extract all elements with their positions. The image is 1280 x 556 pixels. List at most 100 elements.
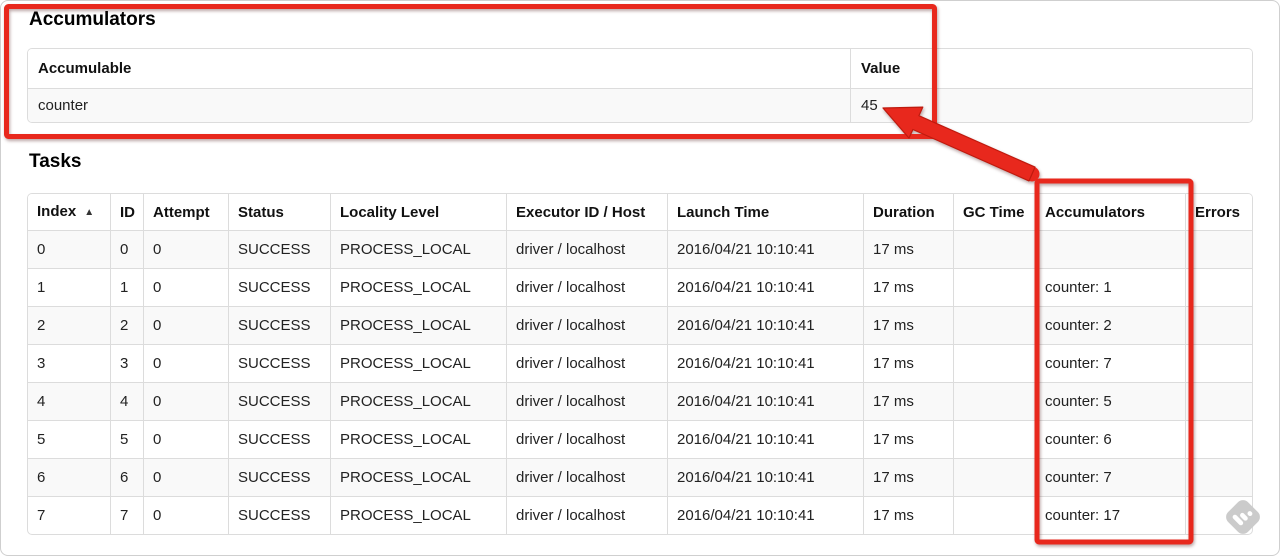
column-header-value[interactable]: Value	[851, 49, 1252, 89]
cell-accumulators: counter: 6	[1036, 421, 1186, 459]
column-header-attempt[interactable]: Attempt	[144, 194, 229, 231]
column-header-label: Index	[37, 203, 77, 220]
table-row: counter 45	[28, 89, 1252, 122]
cell-attempt: 0	[144, 383, 229, 421]
column-header-label: ID	[120, 203, 135, 221]
table-row: 4 4 0 SUCCESS PROCESS_LOCAL driver / localhos…	[28, 383, 1252, 421]
cell-launch-time: 2016/04/21 10:10:41	[668, 459, 864, 497]
cell-gc-time	[954, 497, 1036, 534]
table-row: 2 2 0 SUCCESS PROCESS_LOCAL driver / localhos…	[28, 307, 1252, 345]
column-header-status[interactable]: Status	[229, 194, 331, 231]
cell-launch-time: 2016/04/21 10:10:41	[668, 231, 864, 269]
cell-gc-time	[954, 383, 1036, 421]
cell-locality-level: PROCESS_LOCAL	[331, 307, 507, 345]
column-header-label: Value	[861, 60, 901, 77]
sort-ascending-icon: ▲	[84, 207, 95, 218]
cell-launch-time: 2016/04/21 10:10:41	[668, 497, 864, 534]
column-header-label: GC Time	[963, 203, 1025, 221]
cell-id: 6	[111, 459, 144, 497]
cell-duration: 17 ms	[864, 231, 954, 269]
cell-id: 2	[111, 307, 144, 345]
table-row: 7 7 0 SUCCESS PROCESS_LOCAL driver / localhos…	[28, 497, 1252, 534]
cell-status: SUCCESS	[229, 307, 331, 345]
spark-stage-page: Accumulators Accumulable Value counter 45 …	[0, 0, 1280, 556]
cell-attempt: 0	[144, 497, 229, 534]
cell-accumulators: counter: 17	[1036, 497, 1186, 534]
cell-value: 45	[851, 89, 1252, 122]
tasks-heading: Tasks	[29, 151, 82, 172]
column-header-label: Status	[238, 203, 284, 221]
cell-gc-time	[954, 459, 1036, 497]
cell-attempt: 0	[144, 231, 229, 269]
cell-id: 1	[111, 269, 144, 307]
cell-duration: 17 ms	[864, 345, 954, 383]
column-header-label: Accumulators	[1045, 203, 1146, 221]
tasks-section: Tasks Index ▲ ID Attempt Status Locality Leve…	[27, 149, 1253, 535]
column-header-index[interactable]: Index ▲	[28, 194, 111, 231]
table-row: 1 1 0 SUCCESS PROCESS_LOCAL driver / localhos…	[28, 269, 1252, 307]
accumulators-table: Accumulable Value counter 45	[28, 49, 1252, 122]
column-header-label: Accumulable	[38, 60, 132, 77]
cell-accumulators	[1036, 231, 1186, 269]
cell-index: 7	[28, 497, 111, 534]
cell-status: SUCCESS	[229, 231, 331, 269]
cell-locality-level: PROCESS_LOCAL	[331, 421, 507, 459]
cell-errors	[1186, 459, 1252, 497]
accumulators-heading: Accumulators	[29, 9, 156, 30]
cell-errors	[1186, 383, 1252, 421]
cell-locality-level: PROCESS_LOCAL	[331, 231, 507, 269]
cell-accumulators: counter: 2	[1036, 307, 1186, 345]
cell-gc-time	[954, 269, 1036, 307]
accumulators-section: Accumulators Accumulable Value counter 45	[27, 7, 1253, 123]
cell-errors	[1186, 421, 1252, 459]
table-row: 6 6 0 SUCCESS PROCESS_LOCAL driver / localhos…	[28, 459, 1252, 497]
column-header-label: Launch Time	[677, 203, 770, 221]
cell-id: 0	[111, 231, 144, 269]
cell-accumulable: counter	[28, 89, 851, 122]
cell-duration: 17 ms	[864, 307, 954, 345]
column-header-errors[interactable]: Errors	[1186, 194, 1252, 231]
column-header-accumulable[interactable]: Accumulable	[28, 49, 851, 89]
cell-executor-id-host: driver / localhost	[507, 269, 668, 307]
cell-id: 4	[111, 383, 144, 421]
column-header-label: Locality Level	[340, 203, 440, 221]
cell-gc-time	[954, 345, 1036, 383]
cell-accumulators: counter: 7	[1036, 459, 1186, 497]
cell-locality-level: PROCESS_LOCAL	[331, 383, 507, 421]
cell-executor-id-host: driver / localhost	[507, 307, 668, 345]
cell-attempt: 0	[144, 459, 229, 497]
cell-locality-level: PROCESS_LOCAL	[331, 459, 507, 497]
column-header-launch-time[interactable]: Launch Time	[668, 194, 864, 231]
cell-gc-time	[954, 307, 1036, 345]
cell-executor-id-host: driver / localhost	[507, 497, 668, 534]
cell-status: SUCCESS	[229, 459, 331, 497]
cell-launch-time: 2016/04/21 10:10:41	[668, 345, 864, 383]
column-header-gc-time[interactable]: GC Time	[954, 194, 1036, 231]
column-header-duration[interactable]: Duration	[864, 194, 954, 231]
cell-status: SUCCESS	[229, 269, 331, 307]
column-header-executor-id-host[interactable]: Executor ID / Host	[507, 194, 668, 231]
cell-duration: 17 ms	[864, 421, 954, 459]
column-header-label: Duration	[873, 203, 935, 221]
cell-index: 2	[28, 307, 111, 345]
cell-id: 3	[111, 345, 144, 383]
column-header-accumulators[interactable]: Accumulators	[1036, 194, 1186, 231]
cell-index: 4	[28, 383, 111, 421]
cell-attempt: 0	[144, 421, 229, 459]
cell-status: SUCCESS	[229, 497, 331, 534]
cell-errors	[1186, 307, 1252, 345]
cell-status: SUCCESS	[229, 421, 331, 459]
cell-accumulators: counter: 7	[1036, 345, 1186, 383]
cell-id: 5	[111, 421, 144, 459]
cell-attempt: 0	[144, 345, 229, 383]
table-row: 3 3 0 SUCCESS PROCESS_LOCAL driver / localhos…	[28, 345, 1252, 383]
column-header-label: Executor ID / Host	[516, 203, 646, 221]
cell-index: 3	[28, 345, 111, 383]
column-header-locality-level[interactable]: Locality Level	[331, 194, 507, 231]
cell-errors	[1186, 345, 1252, 383]
column-header-label: Attempt	[153, 203, 210, 221]
column-header-id[interactable]: ID	[111, 194, 144, 231]
cell-locality-level: PROCESS_LOCAL	[331, 269, 507, 307]
cell-id: 7	[111, 497, 144, 534]
cell-duration: 17 ms	[864, 497, 954, 534]
